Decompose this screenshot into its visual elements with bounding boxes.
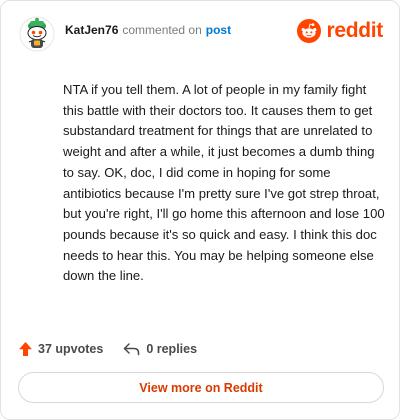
commented-on-text: commented on <box>122 23 202 37</box>
comment-body: NTA if you tell them. A lot of people in… <box>63 82 385 284</box>
upvote-arrow-icon <box>19 342 32 356</box>
snoo-avatar-icon[interactable] <box>19 16 55 52</box>
reply-count: 0 replies <box>146 342 198 356</box>
reddit-brand[interactable]: reddit <box>297 19 383 43</box>
reddit-wordmark: reddit <box>326 19 383 42</box>
reddit-logo-icon <box>297 19 322 43</box>
comment-header: KatJen76 commented on post reddit <box>19 13 383 55</box>
view-more-button[interactable]: View more on Reddit <box>18 372 384 403</box>
comment-embed-card: KatJen76 commented on post reddit NTA if… <box>0 0 400 420</box>
comment-actions: 37 upvotes 0 replies <box>18 339 197 359</box>
upvote-button[interactable]: 37 upvotes <box>18 341 103 357</box>
post-link[interactable]: post <box>206 23 231 37</box>
upvote-count: 37 upvotes <box>38 342 104 356</box>
replies-button[interactable]: 0 replies <box>123 342 197 356</box>
username[interactable]: KatJen76 <box>65 23 118 37</box>
reply-arrow-icon <box>124 343 140 356</box>
comment-meta: KatJen76 commented on post <box>65 23 231 37</box>
